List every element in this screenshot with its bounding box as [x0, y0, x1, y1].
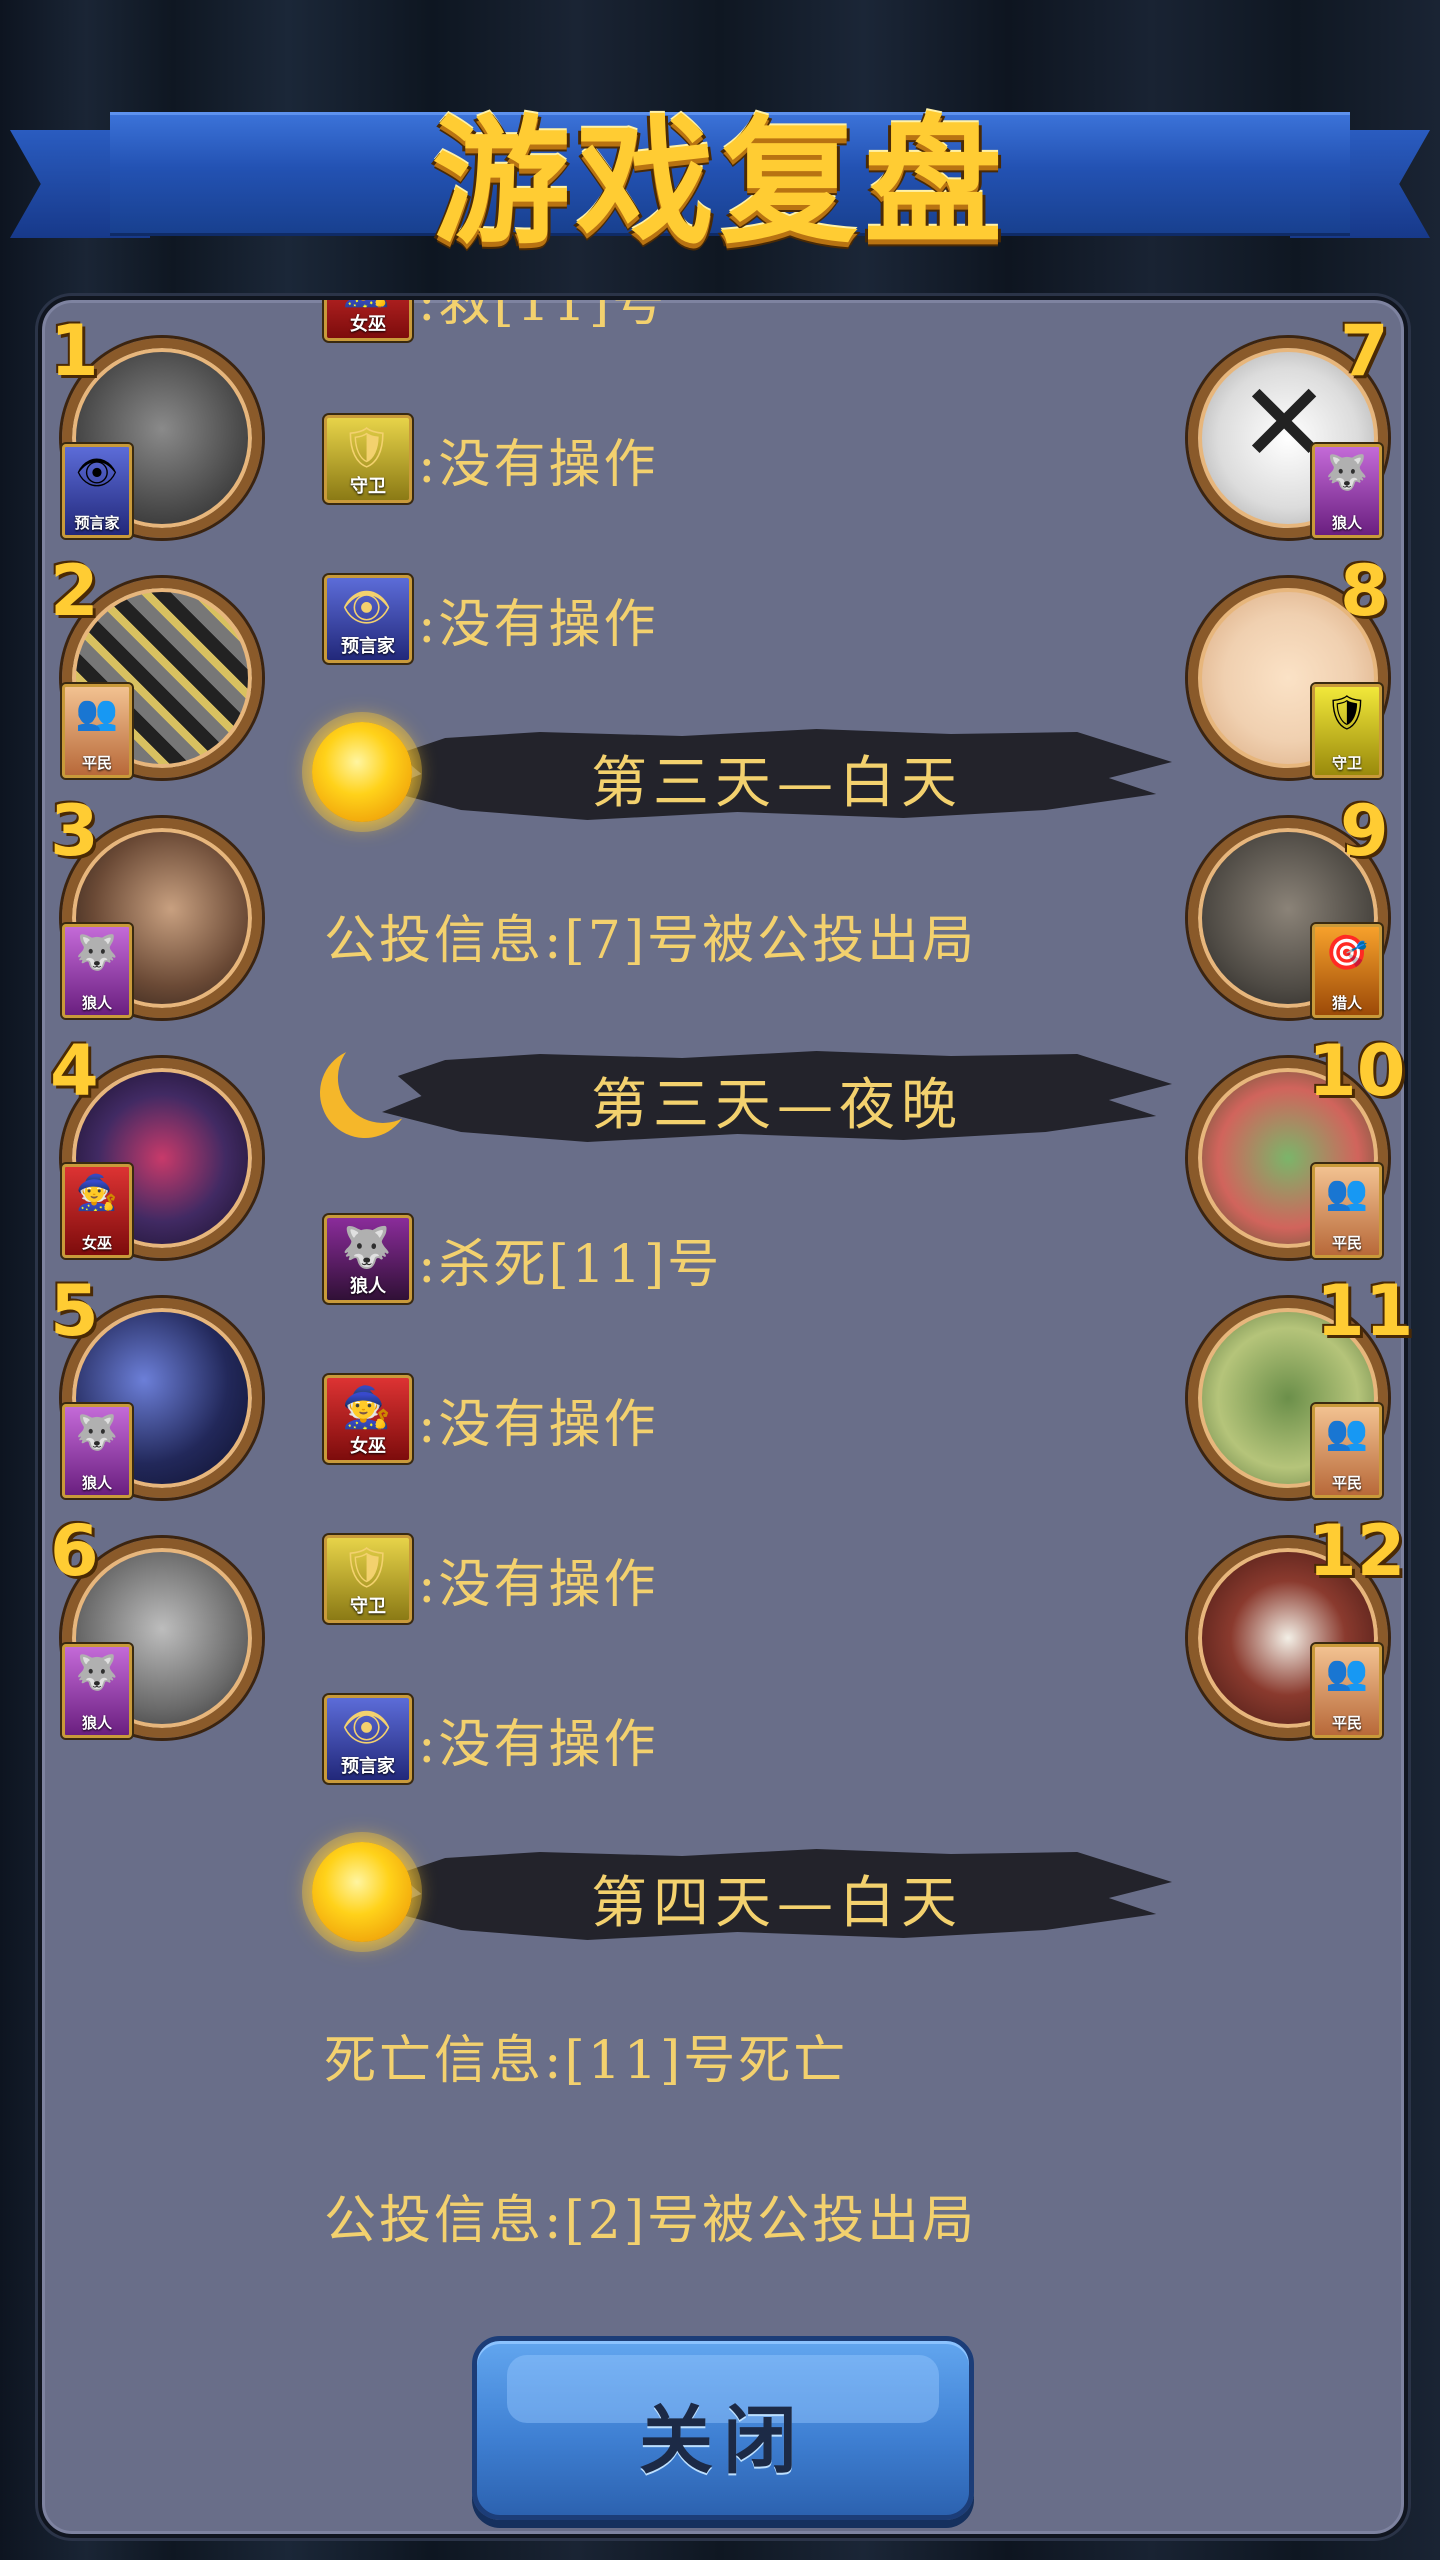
player-seat-12[interactable]: 12 👥 平民 [1188, 1510, 1405, 1738]
villager-role-icon: 👥 平民 [1312, 1404, 1382, 1498]
seat-number: 10 [1308, 1030, 1406, 1112]
seat-number: 1 [50, 310, 99, 392]
seat-number: 4 [50, 1030, 99, 1112]
seer-role-icon: 👁 预言家 [324, 575, 412, 663]
phase-title: 第三天—夜晚 [591, 1073, 963, 1138]
log-text: :救[11]号 [418, 296, 668, 333]
player-seat-2[interactable]: 2 👥 平民 [50, 550, 262, 778]
seat-number: 2 [50, 550, 99, 632]
phase-title: 第三天—白天 [591, 751, 963, 816]
wolf-role-icon: 🐺 狼人 [324, 1215, 412, 1303]
player-seat-5[interactable]: 5 🐺 狼人 [50, 1270, 262, 1498]
player-seat-4[interactable]: 4 🧙 女巫 [50, 1030, 262, 1258]
villager-role-icon: 👥 平民 [62, 684, 132, 778]
log-text: :杀死[11]号 [418, 1234, 723, 1295]
log-row: 🐺 狼人 :杀死[11]号 [324, 1214, 722, 1304]
seat-number: 12 [1308, 1510, 1406, 1592]
log-row: 🧙女巫 :救[11]号 [324, 296, 668, 342]
player-seat-10[interactable]: 10 👥 平民 [1188, 1030, 1405, 1258]
seat-number: 8 [1340, 550, 1389, 632]
page-title: 游戏复盘 [431, 102, 1008, 263]
hunter-role-icon: 🎯 猎人 [1312, 924, 1382, 1018]
player-seat-11[interactable]: 11 👥 平民 [1188, 1270, 1413, 1498]
log-row: 🛡 守卫 :没有操作 [324, 1534, 659, 1624]
guard-role-icon: 🛡 守卫 [324, 415, 412, 503]
villager-role-icon: 👥 平民 [1312, 1644, 1382, 1738]
player-seat-7[interactable]: ✕ 7 🐺 狼人 [1188, 310, 1389, 538]
log-text: :没有操作 [418, 434, 659, 495]
phase-banner: 第四天—白天 [292, 1828, 1212, 1958]
seat-number: 6 [50, 1510, 99, 1592]
log-row: 公投信息:[7]号被公投出局 [324, 890, 977, 980]
phase-title: 第四天—白天 [591, 1871, 963, 1936]
seer-role-icon: 👁 预言家 [62, 444, 132, 538]
log-text: :没有操作 [418, 594, 659, 655]
seat-number: 9 [1340, 790, 1389, 872]
wolf-role-icon: 🐺 狼人 [1312, 444, 1382, 538]
witch-role-icon: 🧙女巫 [324, 1375, 412, 1463]
log-row: 🧙 女巫 :没有操作 [324, 1374, 659, 1464]
log-row: 👁 预言家 :没有操作 [324, 1694, 659, 1784]
wolf-role-icon: 🐺 狼人 [62, 1644, 132, 1738]
guard-role-icon: 🛡 守卫 [324, 1535, 412, 1623]
close-button[interactable]: 关闭 [472, 2336, 974, 2520]
log-row: 👁 预言家 :没有操作 [324, 574, 659, 664]
log-text: 公投信息:[7]号被公投出局 [324, 910, 978, 971]
guard-role-icon: 🛡 守卫 [1312, 684, 1382, 778]
witch-role-icon: 🧙女巫 [62, 1164, 132, 1258]
seat-number: 5 [50, 1270, 99, 1352]
player-seat-8[interactable]: 8 🛡 守卫 [1188, 550, 1389, 778]
villager-role-icon: 👥 平民 [1312, 1164, 1382, 1258]
player-seat-3[interactable]: 3 🐺 狼人 [50, 790, 262, 1018]
player-seat-1[interactable]: 1 👁 预言家 [50, 310, 262, 538]
log-row: 死亡信息:[11]号死亡 [324, 2010, 848, 2100]
phase-banner: 第三天—白天 [292, 708, 1212, 838]
wolf-role-icon: 🐺 狼人 [62, 924, 132, 1018]
log-text: 公投信息:[2]号被公投出局 [324, 2190, 978, 2251]
player-seat-9[interactable]: 9 🎯 猎人 [1188, 790, 1389, 1018]
close-button-label: 关闭 [639, 2398, 807, 2484]
seat-number: 11 [1316, 1270, 1414, 1352]
log-text: :没有操作 [418, 1394, 659, 1455]
log-text: 死亡信息:[11]号死亡 [324, 2030, 849, 2091]
log-row: 🛡 守卫 :没有操作 [324, 414, 659, 504]
wolf-role-icon: 🐺 狼人 [62, 1404, 132, 1498]
player-seat-6[interactable]: 6 🐺 狼人 [50, 1510, 262, 1738]
log-row: 公投信息:[2]号被公投出局 [324, 2170, 977, 2260]
seat-number: 7 [1340, 310, 1389, 392]
seat-number: 3 [50, 790, 99, 872]
seer-role-icon: 👁 预言家 [324, 1695, 412, 1783]
log-text: :没有操作 [418, 1714, 659, 1775]
witch-role-icon: 🧙女巫 [324, 300, 412, 341]
log-text: :没有操作 [418, 1554, 659, 1615]
phase-banner: 第三天—夜晚 [292, 1030, 1212, 1160]
